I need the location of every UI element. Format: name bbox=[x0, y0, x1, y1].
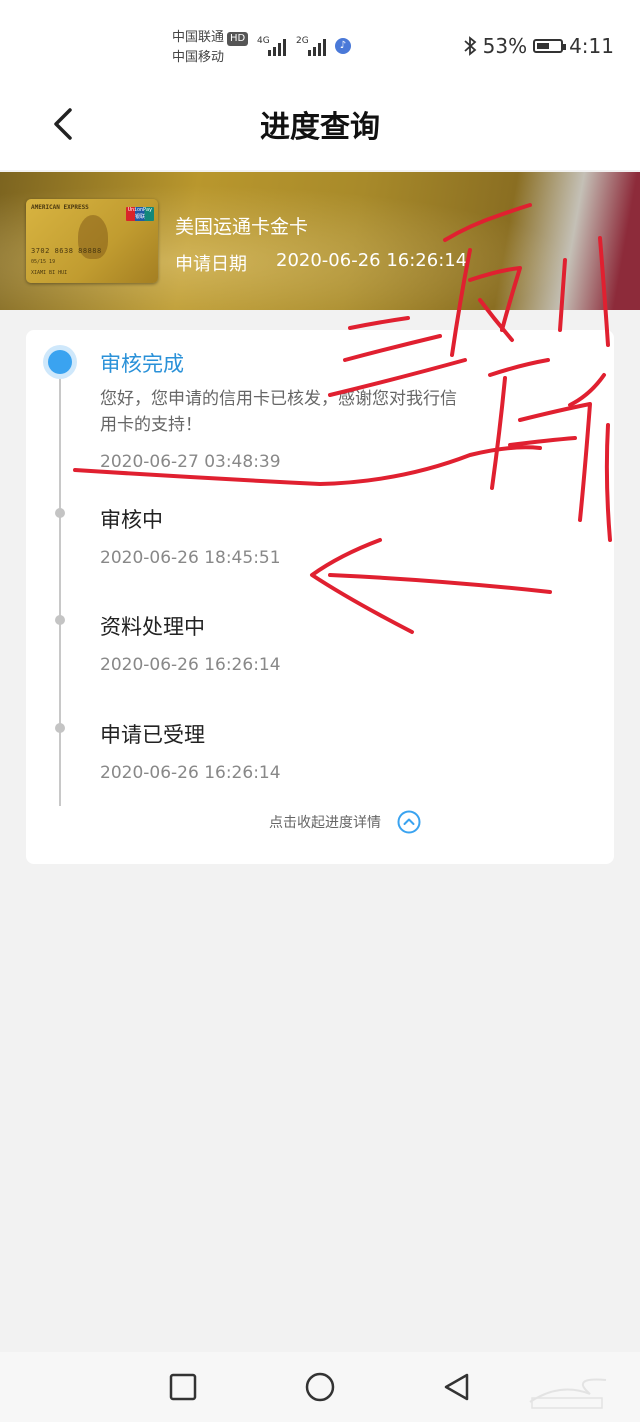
network-type-1: 4G bbox=[257, 36, 270, 46]
chevron-up-circle-icon[interactable] bbox=[397, 810, 421, 834]
timeline-dot bbox=[55, 723, 65, 733]
battery-fill bbox=[537, 43, 549, 49]
recent-apps-icon[interactable] bbox=[166, 1370, 200, 1404]
bluetooth-icon bbox=[464, 36, 477, 56]
carrier-2: 中国移动 bbox=[172, 50, 225, 65]
page-title: 进度查询 bbox=[260, 110, 380, 145]
home-icon[interactable] bbox=[303, 1370, 337, 1404]
status-bar: 中国联通 HD 中国移动 4G 2G ♪ 53% 4:11 bbox=[0, 0, 640, 80]
carrier-info: 中国联通 HD 中国移动 bbox=[172, 28, 249, 68]
step-title: 申请已受理 bbox=[100, 723, 205, 747]
hd-badge: HD bbox=[227, 32, 249, 46]
battery-icon bbox=[533, 39, 567, 53]
back-triangle-icon[interactable] bbox=[440, 1370, 474, 1404]
collapse-details[interactable]: 点击收起进度详情 bbox=[26, 810, 614, 834]
card-brand: AMERICAN EXPRESS bbox=[31, 204, 89, 211]
step-title: 审核中 bbox=[100, 508, 163, 532]
battery-percent: 53% bbox=[482, 34, 528, 58]
scribble-stroke bbox=[348, 316, 410, 330]
step-title: 资料处理中 bbox=[100, 615, 205, 639]
apply-date: 2020-06-26 16:26:14 bbox=[276, 250, 468, 271]
progress-panel: 审核完成 您好，您申请的信用卡已核发，感谢您对我行信用卡的支持！ 2020-06… bbox=[26, 330, 614, 864]
timeline-dot bbox=[55, 615, 65, 625]
card-holder: XIAMI BI HUI bbox=[31, 270, 68, 276]
card-image: AMERICAN EXPRESS UnionPay 银联 3702 8638 8… bbox=[26, 199, 158, 283]
timeline-line bbox=[59, 362, 61, 806]
clock: 4:11 bbox=[569, 34, 614, 58]
step-time: 2020-06-26 18:45:51 bbox=[100, 548, 281, 568]
watermark-logo bbox=[520, 1372, 616, 1412]
card-number: 3702 8638 88888 bbox=[31, 247, 102, 255]
step-time: 2020-06-26 16:26:14 bbox=[100, 655, 281, 675]
step-time: 2020-06-27 03:48:39 bbox=[100, 452, 281, 472]
card-name: 美国运通卡金卡 bbox=[175, 216, 309, 238]
music-icon: ♪ bbox=[335, 38, 351, 54]
card-expiry: 05/15 19 bbox=[31, 259, 56, 265]
step-title: 审核完成 bbox=[100, 352, 184, 376]
carrier-1: 中国联通 bbox=[172, 30, 225, 45]
network-type-2: 2G bbox=[296, 36, 309, 46]
apply-date-label: 申请日期 bbox=[175, 254, 247, 275]
card-banner: AMERICAN EXPRESS UnionPay 银联 3702 8638 8… bbox=[0, 172, 640, 310]
step-description: 您好，您申请的信用卡已核发，感谢您对我行信用卡的支持！ bbox=[100, 389, 457, 435]
status-right: 53% 4:11 bbox=[463, 34, 614, 58]
timeline-dot-active bbox=[48, 350, 72, 374]
collapse-label[interactable]: 点击收起进度详情 bbox=[269, 812, 381, 832]
nav-bar: 进度查询 bbox=[0, 80, 640, 170]
unionpay-logo: UnionPay 银联 bbox=[126, 207, 154, 221]
timeline-dot bbox=[55, 508, 65, 518]
step-time: 2020-06-26 16:26:14 bbox=[100, 763, 281, 783]
